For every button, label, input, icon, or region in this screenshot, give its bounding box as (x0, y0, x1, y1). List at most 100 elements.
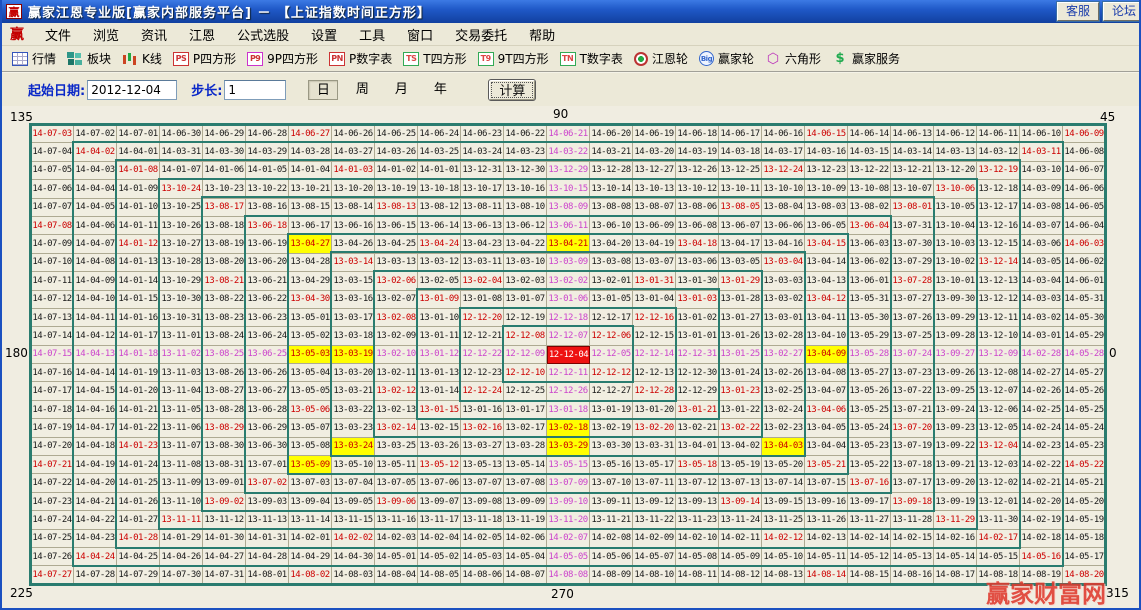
date-cell-14-04-22[interactable]: 14-04-22 (74, 511, 117, 529)
date-cell-13-01-16[interactable]: 13-01-16 (461, 401, 504, 419)
date-cell-13-05-19[interactable]: 13-05-19 (719, 456, 762, 474)
toolbar-button-11[interactable]: ⬡六角形 (761, 48, 828, 69)
date-cell-13-01-02[interactable]: 13-01-02 (676, 309, 719, 327)
date-cell-14-07-18[interactable]: 14-07-18 (31, 401, 74, 419)
date-cell-14-04-11[interactable]: 14-04-11 (74, 309, 117, 327)
date-cell-14-04-23[interactable]: 14-04-23 (74, 530, 117, 548)
date-cell-13-10-03[interactable]: 13-10-03 (934, 235, 977, 253)
date-cell-13-10-17[interactable]: 13-10-17 (461, 180, 504, 198)
date-cell-14-08-03[interactable]: 14-08-03 (332, 566, 375, 584)
toolbar-button-8[interactable]: TNT数字表 (556, 48, 630, 69)
date-cell-13-02-27[interactable]: 13-02-27 (762, 346, 805, 364)
date-cell-13-06-15[interactable]: 13-06-15 (375, 217, 418, 235)
date-cell-14-06-14[interactable]: 14-06-14 (848, 125, 891, 143)
date-cell-13-08-11[interactable]: 13-08-11 (461, 199, 504, 217)
date-cell-13-06-10[interactable]: 13-06-10 (590, 217, 633, 235)
date-cell-13-08-09[interactable]: 13-08-09 (547, 199, 590, 217)
date-cell-13-06-04[interactable]: 13-06-04 (848, 217, 891, 235)
date-cell-13-10-22[interactable]: 13-10-22 (246, 180, 289, 198)
date-cell-13-07-16[interactable]: 13-07-16 (848, 474, 891, 492)
date-cell-13-03-17[interactable]: 13-03-17 (332, 309, 375, 327)
date-cell-13-05-10[interactable]: 13-05-10 (332, 456, 375, 474)
date-cell-13-10-05[interactable]: 13-10-05 (934, 199, 977, 217)
date-cell-13-01-07[interactable]: 13-01-07 (504, 291, 547, 309)
date-cell-13-11-15[interactable]: 13-11-15 (332, 511, 375, 529)
date-cell-14-01-15[interactable]: 14-01-15 (117, 291, 160, 309)
date-cell-14-04-28[interactable]: 14-04-28 (246, 548, 289, 566)
date-cell-13-04-19[interactable]: 13-04-19 (633, 235, 676, 253)
date-cell-13-11-07[interactable]: 13-11-07 (160, 438, 203, 456)
date-cell-14-03-30[interactable]: 14-03-30 (203, 143, 246, 161)
date-cell-14-05-04[interactable]: 14-05-04 (504, 548, 547, 566)
date-cell-14-02-22[interactable]: 14-02-22 (1020, 456, 1063, 474)
date-cell-14-01-27[interactable]: 14-01-27 (117, 511, 160, 529)
date-cell-14-07-23[interactable]: 14-07-23 (31, 493, 74, 511)
date-cell-14-06-29[interactable]: 14-06-29 (203, 125, 246, 143)
date-cell-13-06-05[interactable]: 13-06-05 (805, 217, 848, 235)
date-cell-14-03-05[interactable]: 14-03-05 (1020, 254, 1063, 272)
date-cell-14-05-13[interactable]: 14-05-13 (891, 548, 934, 566)
date-cell-14-04-16[interactable]: 14-04-16 (74, 401, 117, 419)
date-cell-13-12-08[interactable]: 13-12-08 (977, 364, 1020, 382)
toolbar-button-1[interactable]: 板块 (63, 48, 118, 69)
date-cell-13-09-25[interactable]: 13-09-25 (934, 382, 977, 400)
date-cell-13-01-28[interactable]: 13-01-28 (719, 291, 762, 309)
date-cell-14-03-22[interactable]: 14-03-22 (547, 143, 590, 161)
date-cell-14-02-25[interactable]: 14-02-25 (1020, 401, 1063, 419)
date-cell-14-02-13[interactable]: 14-02-13 (805, 530, 848, 548)
date-cell-13-11-30[interactable]: 13-11-30 (977, 511, 1020, 529)
customer-service-button[interactable]: 客服 (1057, 2, 1099, 21)
date-cell-14-02-03[interactable]: 14-02-03 (375, 530, 418, 548)
date-cell-13-09-27[interactable]: 13-09-27 (934, 346, 977, 364)
date-cell-14-04-02[interactable]: 14-04-02 (74, 143, 117, 161)
date-cell-12-12-24[interactable]: 12-12-24 (461, 382, 504, 400)
date-cell-13-07-24[interactable]: 13-07-24 (891, 346, 934, 364)
date-cell-13-03-06[interactable]: 13-03-06 (676, 254, 719, 272)
date-cell-12-12-10[interactable]: 12-12-10 (504, 364, 547, 382)
date-cell-13-11-16[interactable]: 13-11-16 (375, 511, 418, 529)
menu-item-0[interactable]: 文件 (34, 23, 82, 46)
date-cell-14-01-06[interactable]: 14-01-06 (203, 162, 246, 180)
calculate-button[interactable]: 计算 (488, 79, 536, 101)
date-cell-13-05-05[interactable]: 13-05-05 (289, 382, 332, 400)
date-cell-14-04-26[interactable]: 14-04-26 (160, 548, 203, 566)
date-cell-14-05-10[interactable]: 14-05-10 (762, 548, 805, 566)
date-cell-13-07-01[interactable]: 13-07-01 (246, 456, 289, 474)
date-cell-13-10-19[interactable]: 13-10-19 (375, 180, 418, 198)
date-cell-13-07-14[interactable]: 13-07-14 (762, 474, 805, 492)
date-cell-14-05-24[interactable]: 14-05-24 (1063, 419, 1106, 437)
date-cell-14-01-05[interactable]: 14-01-05 (246, 162, 289, 180)
date-cell-13-04-12[interactable]: 13-04-12 (805, 291, 848, 309)
date-cell-13-09-16[interactable]: 13-09-16 (805, 493, 848, 511)
date-cell-13-08-23[interactable]: 13-08-23 (203, 309, 246, 327)
date-cell-13-09-02[interactable]: 13-09-02 (203, 493, 246, 511)
date-cell-13-08-31[interactable]: 13-08-31 (203, 456, 246, 474)
date-cell-13-11-18[interactable]: 13-11-18 (461, 511, 504, 529)
date-cell-13-11-10[interactable]: 13-11-10 (160, 493, 203, 511)
date-cell-14-04-19[interactable]: 14-04-19 (74, 456, 117, 474)
date-cell-14-06-26[interactable]: 14-06-26 (332, 125, 375, 143)
date-cell-14-03-29[interactable]: 14-03-29 (246, 143, 289, 161)
date-cell-14-06-07[interactable]: 14-06-07 (1063, 162, 1106, 180)
date-cell-14-02-05[interactable]: 14-02-05 (461, 530, 504, 548)
date-cell-13-08-17[interactable]: 13-08-17 (203, 199, 246, 217)
date-cell-13-04-13[interactable]: 13-04-13 (805, 272, 848, 290)
date-cell-13-04-16[interactable]: 13-04-16 (762, 235, 805, 253)
date-cell-13-11-28[interactable]: 13-11-28 (891, 511, 934, 529)
date-cell-14-07-13[interactable]: 14-07-13 (31, 309, 74, 327)
date-cell-14-02-18[interactable]: 14-02-18 (1020, 530, 1063, 548)
date-cell-14-01-29[interactable]: 14-01-29 (160, 530, 203, 548)
date-cell-13-01-03[interactable]: 13-01-03 (676, 291, 719, 309)
date-cell-13-05-13[interactable]: 13-05-13 (461, 456, 504, 474)
date-cell-13-10-20[interactable]: 13-10-20 (332, 180, 375, 198)
date-cell-13-06-27[interactable]: 13-06-27 (246, 382, 289, 400)
date-cell-13-11-17[interactable]: 13-11-17 (418, 511, 461, 529)
date-cell-14-04-07[interactable]: 14-04-07 (74, 235, 117, 253)
date-cell-13-08-08[interactable]: 13-08-08 (590, 199, 633, 217)
date-cell-13-01-21[interactable]: 13-01-21 (676, 401, 719, 419)
date-cell-13-06-26[interactable]: 13-06-26 (246, 364, 289, 382)
date-cell-13-10-26[interactable]: 13-10-26 (160, 217, 203, 235)
date-cell-14-06-12[interactable]: 14-06-12 (934, 125, 977, 143)
date-cell-13-01-27[interactable]: 13-01-27 (719, 309, 762, 327)
date-cell-14-06-10[interactable]: 14-06-10 (1020, 125, 1063, 143)
